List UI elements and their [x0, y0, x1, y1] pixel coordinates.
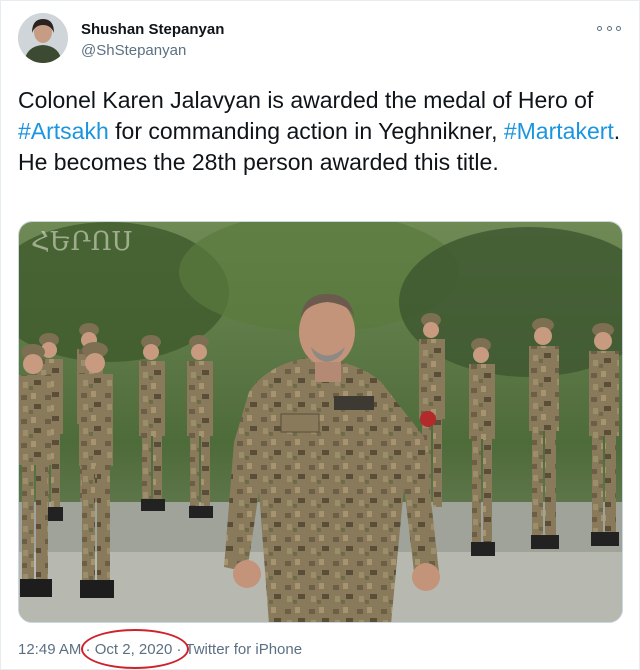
hashtag-link-artsakh[interactable]: #Artsakh: [18, 118, 109, 144]
photo-watermark: ՀԵՐՈՍ: [31, 227, 132, 257]
tweet-text-part: Colonel Karen Jalavyan is awarded the me…: [18, 87, 594, 113]
tweet-photo[interactable]: ՀԵՐՈՍ: [18, 221, 623, 623]
avatar[interactable]: [18, 13, 68, 63]
tweet-card: Shushan Stepanyan @ShStepanyan Colonel K…: [0, 0, 640, 670]
hashtag-link-martakert[interactable]: #Martakert: [504, 118, 614, 144]
tweet-text: Colonel Karen Jalavyan is awarded the me…: [18, 85, 623, 178]
tweet-source[interactable]: Twitter for iPhone: [185, 641, 302, 658]
highlight-circle: [80, 629, 189, 669]
tweet-text-part: for commanding action in Yeghnikner,: [108, 118, 504, 144]
author-handle[interactable]: @ShStepanyan: [81, 42, 186, 59]
soldiers-photo-icon: ՀԵՐՈՍ: [19, 222, 622, 622]
more-options-icon[interactable]: [597, 23, 621, 33]
tweet-time[interactable]: 12:49 AM: [18, 641, 81, 658]
tweet-metadata: 12:49 AM · Oct 2, 2020 · Twitter for iPh…: [18, 629, 302, 669]
author-display-name[interactable]: Shushan Stepanyan: [81, 21, 224, 38]
